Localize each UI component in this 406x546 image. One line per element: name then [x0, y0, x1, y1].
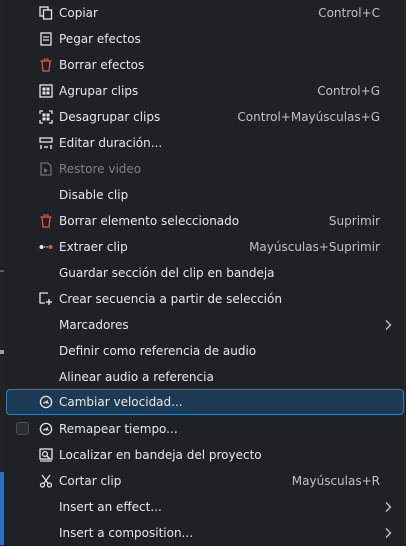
menu-item-shortcut: Control+Mayúsculas+G [237, 110, 380, 124]
menu-item-label: Borrar elemento seleccionado [59, 214, 240, 228]
menu-item-extraer-clip[interactable]: Extraer clip Mayúsculas+Suprimir [6, 234, 404, 260]
menu-item-label: Restore video [59, 162, 142, 176]
menu-item-copiar[interactable]: Copiar Control+C [6, 0, 404, 26]
menu-item-shortcut: Suprimir [328, 214, 380, 228]
chevron-right-icon [385, 528, 392, 538]
menu-item-agrupar-clips[interactable]: Agrupar clips Control+G [6, 78, 404, 104]
menu-item-label: Agrupar clips [59, 84, 139, 98]
menu-item-shortcut: Control+C [318, 6, 380, 20]
trash-icon [38, 57, 54, 73]
menu-item-editar-duracion[interactable]: Editar duración... [6, 130, 404, 156]
menu-item-label: Extraer clip [59, 240, 128, 254]
create-sequence-icon [38, 291, 54, 307]
context-menu: Copiar Control+C Pegar efectos Borrar ef… [4, 0, 405, 545]
menu-item-label: Insert a composition... [59, 526, 194, 540]
menu-item-shortcut: Mayúsculas+R [291, 474, 380, 488]
menu-item-borrar-efectos[interactable]: Borrar efectos [6, 52, 404, 78]
paste-effects-icon [38, 31, 54, 47]
locate-icon [38, 447, 54, 463]
menu-item-label: Remapear tiempo... [59, 422, 178, 436]
scissors-icon [38, 473, 54, 489]
menu-item-localizar-bandeja[interactable]: Localizar en bandeja del proyecto [6, 442, 404, 468]
menu-item-label: Crear secuencia a partir de selección [59, 292, 282, 306]
menu-item-marcadores[interactable]: Marcadores [6, 312, 404, 338]
menu-item-alinear-audio[interactable]: Alinear audio a referencia [6, 364, 404, 390]
group-icon [38, 83, 54, 99]
menu-item-disable-clip[interactable]: Disable clip [6, 182, 404, 208]
menu-item-pegar-efectos[interactable]: Pegar efectos [6, 26, 404, 52]
remap-checkbox[interactable] [16, 422, 29, 435]
menu-item-definir-referencia-audio[interactable]: Definir como referencia de audio [6, 338, 404, 364]
menu-item-shortcut: Mayúsculas+Suprimir [249, 240, 380, 254]
menu-item-borrar-elemento[interactable]: Borrar elemento seleccionado Suprimir [6, 208, 404, 234]
copy-icon [38, 5, 54, 21]
menu-item-cortar-clip[interactable]: Cortar clip Mayúsculas+R [6, 468, 404, 494]
menu-item-restore-video[interactable]: Restore video [6, 156, 404, 182]
chevron-right-icon [385, 502, 392, 512]
duration-icon [38, 135, 54, 151]
chevron-right-icon [385, 320, 392, 330]
extract-icon [38, 239, 54, 255]
menu-item-label: Insert an effect... [59, 500, 162, 514]
menu-item-label: Pegar efectos [59, 32, 141, 46]
menu-item-label: Localizar en bandeja del proyecto [59, 448, 262, 462]
speed-icon [38, 394, 54, 410]
menu-item-label: Cambiar velocidad... [59, 395, 183, 409]
menu-item-guardar-seccion[interactable]: Guardar sección del clip en bandeja [6, 260, 404, 286]
menu-item-label: Desagrupar clips [59, 110, 161, 124]
menu-item-label: Cortar clip [59, 474, 122, 488]
menu-item-label: Copiar [59, 6, 98, 20]
menu-item-desagrupar-clips[interactable]: Desagrupar clips Control+Mayúsculas+G [6, 104, 404, 130]
ungroup-icon [38, 109, 54, 125]
restore-video-icon [38, 161, 54, 177]
menu-item-label: Disable clip [59, 188, 129, 202]
speed-icon [38, 421, 54, 437]
menu-item-insert-composition[interactable]: Insert a composition... [6, 520, 404, 546]
menu-item-label: Definir como referencia de audio [59, 344, 257, 358]
menu-item-shortcut: Control+G [317, 84, 380, 98]
menu-item-label: Guardar sección del clip en bandeja [59, 266, 275, 280]
menu-item-label: Marcadores [59, 318, 129, 332]
menu-item-remapear-tiempo[interactable]: Remapear tiempo... [6, 416, 404, 442]
trash-icon [38, 213, 54, 229]
menu-item-label: Borrar efectos [59, 58, 145, 72]
menu-item-crear-secuencia[interactable]: Crear secuencia a partir de selección [6, 286, 404, 312]
menu-item-label: Alinear audio a referencia [59, 370, 214, 384]
menu-item-insert-effect[interactable]: Insert an effect... [6, 494, 404, 520]
menu-item-cambiar-velocidad[interactable]: Cambiar velocidad... [6, 389, 404, 415]
menu-item-label: Editar duración... [59, 136, 163, 150]
